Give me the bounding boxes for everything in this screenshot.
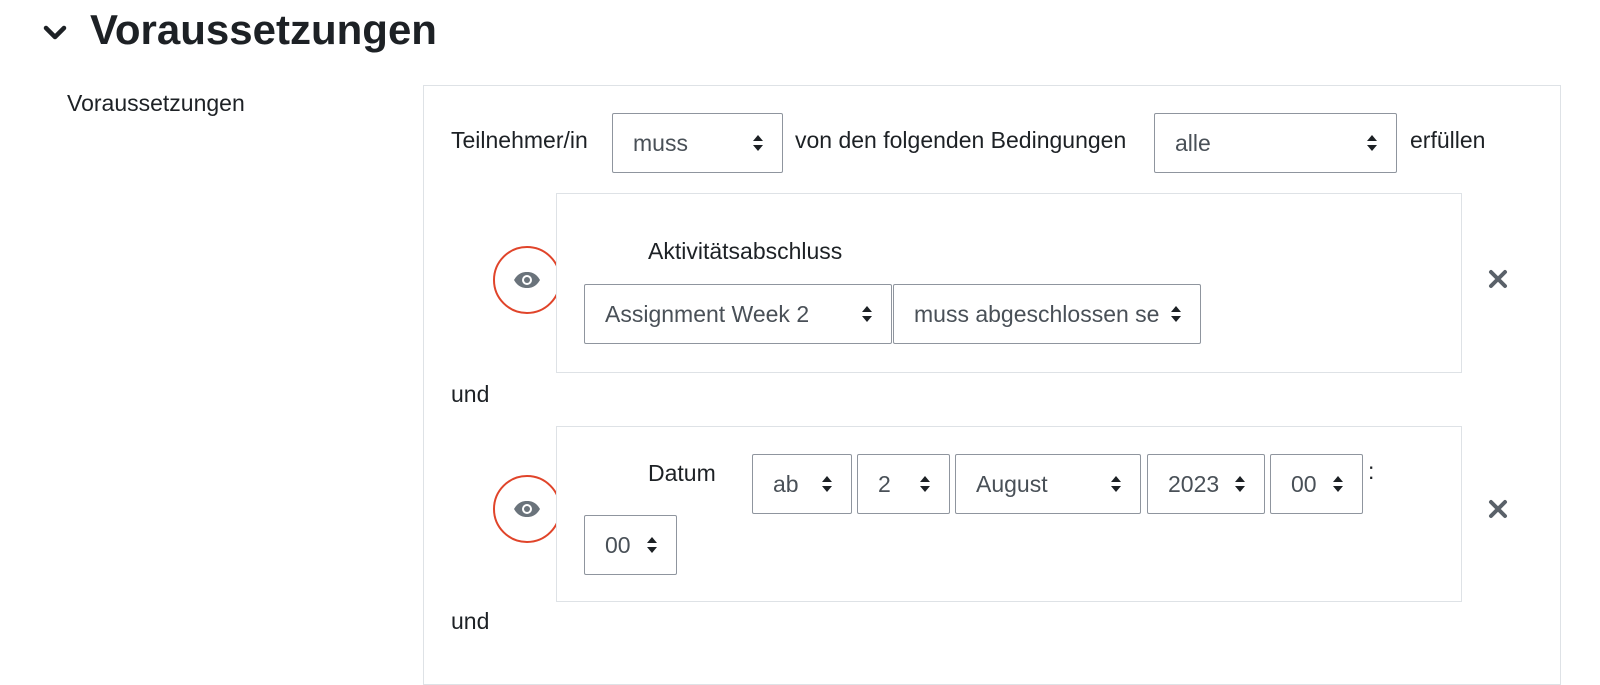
activity-select-value: Assignment Week 2 [605,300,810,327]
day-select-value: 2 [878,470,891,497]
all-select-value: alle [1175,129,1211,156]
select-arrows-icon [1322,474,1354,494]
month-select[interactable]: August [955,454,1141,514]
time-colon: : [1368,458,1375,484]
visibility-toggle-2[interactable] [493,475,561,543]
restriction-prefix: Teilnehmer/in [451,127,588,153]
date-direction-select[interactable]: ab [752,454,852,514]
field-label: Voraussetzungen [67,90,245,116]
completion-status-value: muss abgeschlossen sein [914,300,1160,327]
connector-und-2: und [451,608,490,634]
activity-select[interactable]: Assignment Week 2 [584,284,892,344]
delete-condition-1[interactable] [1485,266,1511,292]
select-arrows-icon [1100,474,1132,494]
year-select[interactable]: 2023 [1147,454,1265,514]
close-icon [1489,270,1507,288]
hour-select[interactable]: 00 [1270,454,1363,514]
section-title: Voraussetzungen [90,6,437,53]
condition-box-date [556,426,1462,602]
select-arrows-icon [851,304,883,324]
minute-select-value: 00 [605,531,631,558]
select-arrows-icon [1160,304,1192,324]
eye-icon [514,272,540,288]
year-select-value: 2023 [1168,470,1220,497]
collapse-toggle[interactable] [40,18,70,48]
date-direction-value: ab [773,470,799,497]
all-select[interactable]: alle [1154,113,1397,173]
condition-box-activity [556,193,1462,373]
select-arrows-icon [1356,133,1388,153]
select-arrows-icon [909,474,941,494]
visibility-toggle-1[interactable] [493,246,561,314]
must-select-value: muss [633,129,688,156]
condition-title-activity: Aktivitätsabschluss [648,238,843,264]
month-select-value: August [976,470,1048,497]
chevron-down-icon [43,25,67,40]
minute-select[interactable]: 00 [584,515,677,575]
must-select[interactable]: muss [612,113,783,173]
delete-condition-2[interactable] [1485,496,1511,522]
restriction-middle: von den folgenden Bedingungen [795,127,1127,153]
close-icon [1489,500,1507,518]
connector-und-1: und [451,381,490,407]
condition-title-date: Datum [648,460,716,486]
hour-select-value: 00 [1291,470,1317,497]
select-arrows-icon [811,474,843,494]
completion-status-select[interactable]: muss abgeschlossen sein [893,284,1201,344]
day-select[interactable]: 2 [857,454,950,514]
select-arrows-icon [636,535,668,555]
select-arrows-icon [1224,474,1256,494]
eye-icon [514,501,540,517]
restriction-suffix: erfüllen [1410,127,1486,153]
select-arrows-icon [742,133,774,153]
